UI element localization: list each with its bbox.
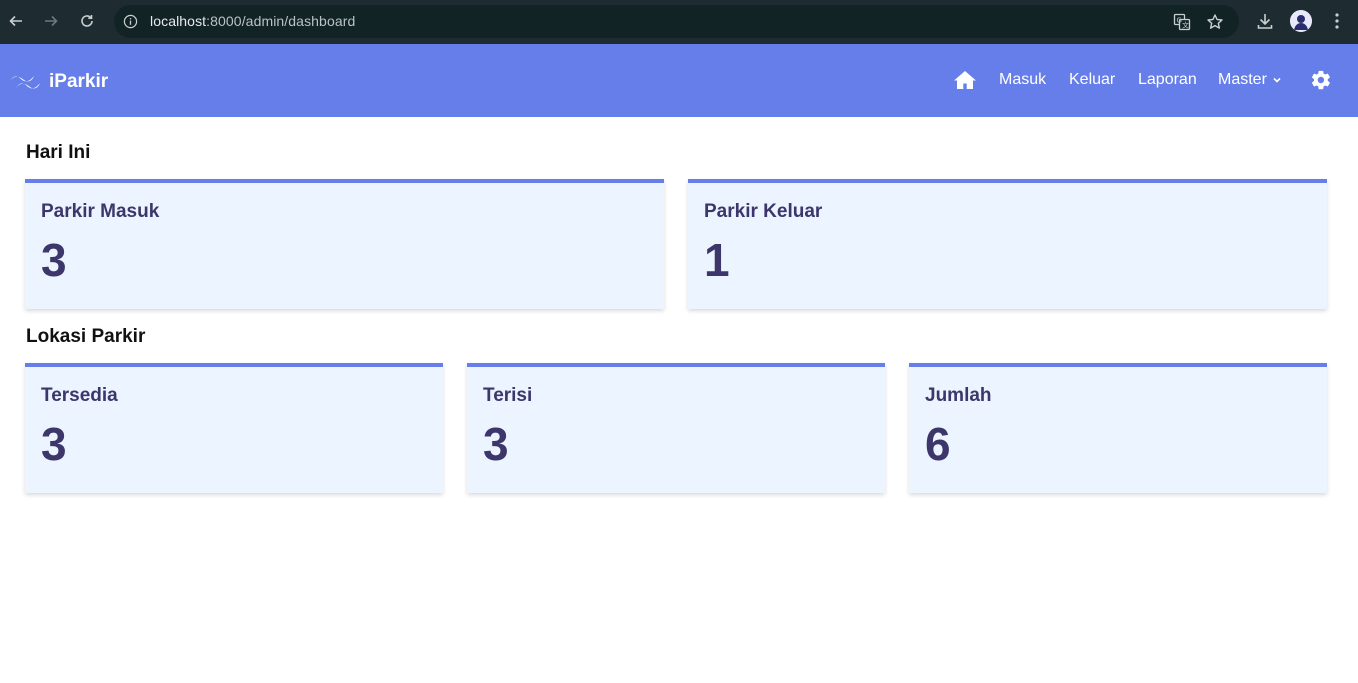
nav-link-laporan[interactable]: Laporan — [1138, 71, 1197, 89]
card-value: 6 — [925, 418, 951, 470]
section-title-hari-ini: Hari Ini — [26, 142, 91, 163]
avatar-image — [1290, 10, 1312, 32]
section-title-lokasi-parkir: Lokasi Parkir — [26, 326, 146, 347]
arrow-right-icon — [45, 15, 58, 27]
brand-name: iParkir — [49, 71, 109, 92]
brand-link[interactable]: iParkir — [9, 71, 108, 93]
kebab-menu-icon[interactable] — [1327, 11, 1347, 31]
card-value: 3 — [41, 234, 67, 286]
browser-toolbar: localhost:8000/admin/dashboard G文 — [0, 0, 1358, 44]
card-value: 3 — [483, 418, 509, 470]
card-parkir-keluar: Parkir Keluar 1 — [688, 179, 1327, 309]
card-jumlah: Jumlah 6 — [909, 363, 1327, 493]
card-parkir-masuk: Parkir Masuk 3 — [25, 179, 664, 309]
card-label: Parkir Masuk — [41, 201, 160, 222]
url-path: :8000/admin/dashboard — [206, 13, 356, 29]
profile-avatar[interactable] — [1290, 10, 1312, 32]
back-button[interactable] — [4, 9, 28, 33]
logo-waves-icon — [10, 76, 40, 89]
download-icon[interactable] — [1255, 11, 1275, 31]
card-label: Tersedia — [41, 385, 118, 406]
nav-link-keluar[interactable]: Keluar — [1069, 71, 1115, 89]
svg-text:文: 文 — [1182, 21, 1189, 30]
reload-button[interactable] — [75, 9, 99, 33]
card-terisi: Terisi 3 — [467, 363, 885, 493]
chevron-down-icon — [1273, 77, 1281, 83]
address-bar[interactable]: localhost:8000/admin/dashboard G文 — [114, 5, 1239, 38]
card-label: Jumlah — [925, 385, 992, 406]
arrow-left-icon — [9, 15, 22, 27]
card-tersedia: Tersedia 3 — [25, 363, 443, 493]
home-icon[interactable] — [953, 70, 977, 90]
bookmark-star-icon[interactable] — [1206, 13, 1224, 31]
card-value: 1 — [704, 234, 730, 286]
card-label: Terisi — [483, 385, 533, 406]
url-host: localhost — [150, 13, 207, 29]
nav-dropdown-master[interactable]: Master — [1218, 71, 1283, 89]
url-text: localhost:8000/admin/dashboard — [150, 13, 355, 29]
app-navbar: iParkir Masuk Keluar Laporan Master — [0, 44, 1358, 117]
reload-icon — [81, 15, 93, 27]
card-label: Parkir Keluar — [704, 201, 823, 222]
card-value: 3 — [41, 418, 67, 470]
nav-link-masuk[interactable]: Masuk — [999, 71, 1046, 89]
forward-button[interactable] — [39, 9, 63, 33]
translate-icon[interactable]: G文 — [1173, 13, 1191, 31]
settings-icon[interactable] — [1310, 69, 1332, 91]
nav-master-label: Master — [1218, 71, 1267, 88]
site-info-icon[interactable] — [123, 14, 138, 29]
